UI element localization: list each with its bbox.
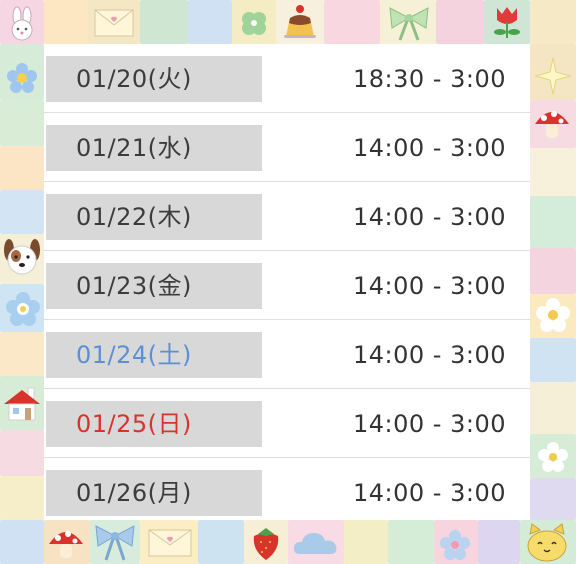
clover-icon [242, 12, 266, 35]
frame-tile [0, 100, 44, 146]
frame-tile [188, 0, 232, 44]
frame-tile [530, 148, 576, 196]
frame-tile [530, 248, 576, 294]
ribbon-icon [95, 525, 135, 561]
frame-tile [0, 476, 44, 520]
time-range: 14:00 - 3:00 [353, 272, 506, 300]
date-label: 01/24(土) [76, 341, 192, 369]
schedule-row: 01/24(土) 14:00 - 3:00 [44, 320, 530, 389]
pudding-icon [284, 5, 316, 38]
time-range: 14:00 - 3:00 [353, 203, 506, 231]
schedule-row: 01/25(日) 14:00 - 3:00 [44, 389, 530, 458]
frame-tile [0, 520, 44, 564]
rabbit-icon [11, 6, 33, 41]
schedule-panel: 01/20(火) 18:30 - 3:00 01/21(水) 14:00 - 3… [44, 44, 530, 520]
frame-tile [530, 338, 576, 382]
time-range: 14:00 - 3:00 [353, 479, 506, 507]
date-label: 01/20(火) [76, 65, 192, 93]
time-range: 14:00 - 3:00 [353, 341, 506, 369]
frame-tile [0, 332, 44, 376]
frame-tile [0, 430, 44, 476]
strawberry-icon [253, 528, 279, 560]
cat-icon [527, 523, 567, 562]
frame-tile [530, 0, 576, 44]
frame-tile [0, 190, 44, 234]
flower-icon [536, 298, 570, 332]
flower-icon [538, 442, 568, 472]
schedule-row: 01/20(火) 18:30 - 3:00 [44, 44, 530, 113]
frame-tile [324, 0, 380, 44]
time-range: 14:00 - 3:00 [353, 134, 506, 162]
flower-icon [7, 63, 37, 93]
frame-tile [530, 478, 576, 520]
envelope-icon [148, 529, 192, 557]
frame-tile [530, 382, 576, 434]
date-label: 01/22(木) [76, 203, 192, 231]
frame-tile [140, 0, 188, 44]
schedule-row: 01/22(木) 14:00 - 3:00 [44, 182, 530, 251]
flower-icon [440, 530, 470, 560]
time-range: 18:30 - 3:00 [353, 65, 506, 93]
date-label: 01/23(金) [76, 272, 192, 300]
date-label: 01/21(水) [76, 134, 192, 162]
schedule-row: 01/26(月) 14:00 - 3:00 [44, 458, 530, 527]
schedule-row: 01/21(水) 14:00 - 3:00 [44, 113, 530, 182]
date-label: 01/25(日) [76, 410, 192, 438]
puppy-icon [4, 239, 40, 275]
ribbon-icon [389, 7, 429, 41]
tulip-icon [494, 7, 520, 38]
house-icon [4, 387, 40, 421]
flower-icon [6, 292, 40, 326]
sparkle-icon [534, 57, 572, 95]
cloud-icon [293, 533, 337, 554]
date-label: 01/26(月) [76, 479, 192, 507]
frame-tile [530, 196, 576, 248]
time-range: 14:00 - 3:00 [353, 410, 506, 438]
envelope-icon [94, 9, 134, 37]
frame-tile [44, 0, 88, 44]
frame-tile [436, 0, 484, 44]
schedule-row: 01/23(金) 14:00 - 3:00 [44, 251, 530, 320]
frame-tile [0, 146, 44, 190]
mushroom-icon [49, 531, 83, 558]
mushroom-icon [535, 111, 569, 138]
